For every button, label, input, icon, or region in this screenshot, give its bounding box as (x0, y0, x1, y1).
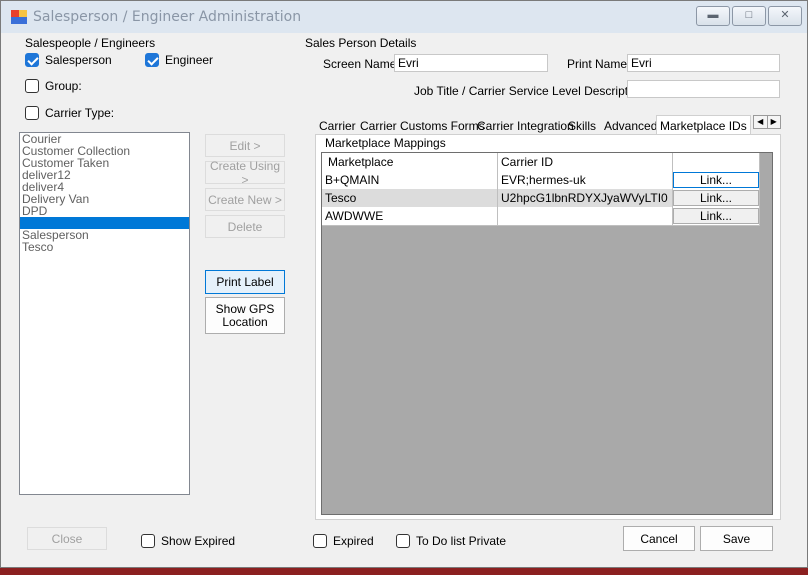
marketplace-cell[interactable]: Tesco (322, 189, 498, 208)
create-using-button[interactable]: Create Using > (205, 159, 285, 187)
list-item[interactable]: DPD (20, 205, 189, 217)
link-button[interactable]: Link... (673, 208, 759, 224)
show-gps-line1: Show GPS (215, 301, 275, 316)
list-item[interactable]: Tesco (20, 241, 189, 253)
link-cell: Link... (673, 171, 760, 190)
carrier-id-cell[interactable] (498, 207, 673, 226)
maximize-button[interactable]: □ (732, 6, 766, 26)
title-bar: Salesperson / Engineer Administration ▬ … (1, 1, 807, 33)
app-icon (11, 10, 27, 24)
tab-scroll-left-icon[interactable]: ◀ (754, 116, 768, 128)
minimize-icon: ▬ (707, 9, 719, 21)
save-button[interactable]: Save (700, 526, 773, 551)
column-header-marketplace[interactable]: Marketplace (322, 153, 498, 172)
maximize-icon: □ (745, 9, 753, 21)
job-title-label: Job Title / Carrier Service Level Descri… (414, 84, 648, 98)
tab-marketplace-ids[interactable]: Marketplace IDs (656, 115, 751, 136)
link-button[interactable]: Link... (673, 190, 759, 206)
edit-button[interactable]: Edit > (205, 134, 285, 157)
engineer-checkbox[interactable]: Engineer (145, 52, 213, 68)
cancel-button[interactable]: Cancel (623, 526, 695, 551)
job-title-input[interactable] (627, 80, 780, 98)
todo-private-checkbox-label: To Do list Private (416, 534, 507, 548)
sales-person-details-label: Sales Person Details (305, 36, 417, 50)
tab-advanced[interactable]: Advanced (604, 118, 657, 135)
checkbox-unchecked-icon (141, 534, 155, 548)
window-title: Salesperson / Engineer Administration (33, 9, 302, 25)
close-window-button[interactable]: ✕ (768, 6, 802, 26)
salesperson-checkbox[interactable]: Salesperson (25, 52, 112, 68)
link-cell: Link... (673, 207, 760, 226)
show-expired-label: Show Expired (161, 534, 236, 548)
column-header-link (673, 153, 760, 172)
tab-carrier-customs-forms[interactable]: Carrier Customs Forms (360, 118, 485, 135)
tab-carrier[interactable]: Carrier (319, 118, 356, 135)
show-gps-location-button[interactable]: Show GPS Location (205, 297, 285, 334)
marketplace-mappings-label: Marketplace Mappings (325, 136, 446, 150)
salesperson-checkbox-label: Salesperson (45, 53, 112, 67)
expired-checkbox-label: Expired (333, 534, 374, 548)
salespeople-listbox[interactable]: Courier Customer Collection Customer Taken… (19, 132, 190, 495)
tab-skills[interactable]: Skills (568, 118, 596, 135)
checkbox-unchecked-icon (25, 79, 39, 93)
engineer-checkbox-label: Engineer (165, 53, 214, 67)
link-button[interactable]: Link... (673, 172, 759, 188)
checkbox-checked-icon (145, 53, 159, 67)
tab-scroll-right-icon[interactable]: ▶ (768, 116, 781, 128)
group-checkbox[interactable]: Group: (25, 78, 82, 94)
carrier-type-checkbox-label: Carrier Type: (45, 106, 115, 120)
screen-name-label: Screen Name: (323, 57, 400, 71)
main-window: Salesperson / Engineer Administration ▬ … (0, 0, 808, 568)
tab-scroll-buttons: ◀ ▶ (753, 115, 781, 129)
delete-button[interactable]: Delete (205, 215, 285, 238)
checkbox-unchecked-icon (396, 534, 410, 548)
group-checkbox-label: Group: (45, 79, 82, 93)
screen-name-input[interactable]: Evri (394, 54, 548, 72)
carrier-type-checkbox[interactable]: Carrier Type: (25, 105, 114, 121)
expired-checkbox[interactable]: Expired (313, 533, 374, 549)
todo-private-checkbox[interactable]: To Do list Private (396, 533, 506, 549)
create-new-button[interactable]: Create New > (205, 188, 285, 211)
print-name-input[interactable]: Evri (627, 54, 780, 72)
checkbox-unchecked-icon (25, 106, 39, 120)
column-header-carrier-id[interactable]: Carrier ID (498, 153, 673, 172)
show-gps-line2: Location (222, 314, 268, 329)
checkbox-unchecked-icon (313, 534, 327, 548)
show-expired-checkbox[interactable]: Show Expired (141, 533, 235, 549)
marketplace-grid: Marketplace Carrier ID B+QMAIN EVR;herme… (321, 152, 773, 515)
marketplace-cell[interactable]: B+QMAIN (322, 171, 498, 190)
print-name-label: Print Name: (567, 57, 631, 71)
minimize-button[interactable]: ▬ (696, 6, 730, 26)
link-cell: Link... (673, 189, 760, 208)
marketplace-cell[interactable]: AWDWWE (322, 207, 498, 226)
carrier-id-cell[interactable]: EVR;hermes-uk (498, 171, 673, 190)
tab-carrier-integration[interactable]: Carrier Integration (477, 118, 574, 135)
print-label-button[interactable]: Print Label (205, 270, 285, 294)
close-icon: ✕ (780, 9, 790, 21)
carrier-id-cell[interactable]: U2hpcG1lbnRDYXJyaWVyLTI0 (498, 189, 673, 208)
close-button[interactable]: Close (27, 527, 107, 550)
checkbox-checked-icon (25, 53, 39, 67)
